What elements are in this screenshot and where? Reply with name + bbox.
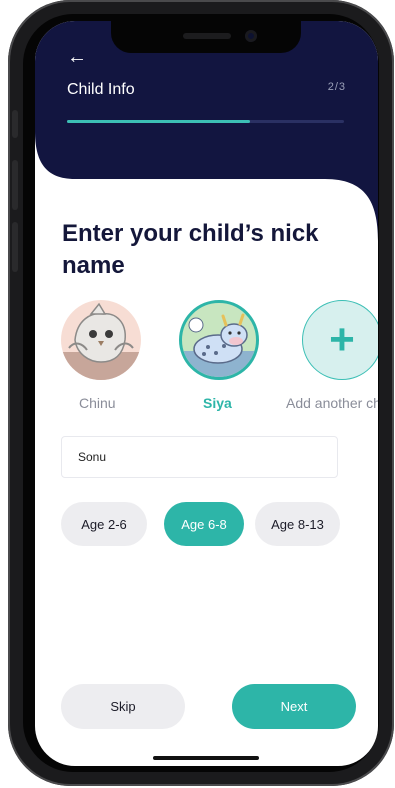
speaker — [183, 33, 231, 39]
child-name-chinu: Chinu — [79, 395, 116, 411]
home-indicator — [153, 756, 259, 760]
add-child-label: Add another ch — [286, 395, 378, 411]
next-button[interactable]: Next — [232, 684, 356, 729]
volume-up-button — [12, 160, 18, 210]
nickname-input[interactable]: Sonu — [61, 436, 338, 478]
age-chip-2-6[interactable]: Age 2-6 — [61, 502, 147, 546]
child-avatar-chinu[interactable] — [61, 300, 141, 380]
notch — [111, 21, 301, 53]
progress-fill — [67, 120, 250, 123]
child-name-siya: Siya — [203, 395, 232, 411]
age-chip-8-13[interactable]: Age 8-13 — [255, 502, 340, 546]
age-chip-6-8[interactable]: Age 6-8 — [164, 502, 244, 546]
progress-bar — [67, 120, 344, 123]
volume-down-button — [12, 222, 18, 272]
step-indicator: 2/3 — [327, 81, 346, 93]
add-child-button[interactable]: + — [302, 300, 378, 380]
cow-icon — [182, 313, 256, 377]
page-title: Child Info — [67, 81, 135, 98]
camera — [245, 30, 257, 42]
nickname-value: Sonu — [78, 450, 107, 464]
app-screen: ← Child Info 2/3 Enter your child’s nick… — [35, 21, 378, 766]
child-avatar-siya[interactable] — [179, 300, 259, 380]
heading: Enter your child’s nick name — [62, 220, 319, 279]
skip-button[interactable]: Skip — [61, 684, 185, 729]
owl-icon — [61, 302, 141, 380]
arrow-left-icon[interactable]: ← — [67, 47, 87, 67]
mute-switch — [12, 110, 18, 138]
plus-icon: + — [329, 315, 355, 364]
